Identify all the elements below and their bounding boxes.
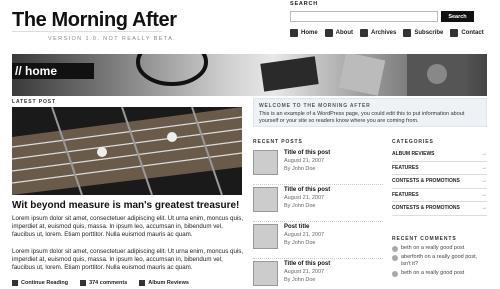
comment-icon xyxy=(392,255,398,261)
list-item[interactable]: beth on a really good post xyxy=(392,270,487,277)
nav-contact-label: Contact xyxy=(461,30,484,36)
category-item[interactable]: ALBUM REVIEWS → xyxy=(392,148,487,162)
archive-icon xyxy=(360,29,368,37)
comments-link[interactable]: 374 comments xyxy=(80,280,127,286)
category-item[interactable]: CONTESTS & PROMOTIONS → xyxy=(392,202,487,216)
post-date: August 21, 2007 xyxy=(284,232,325,238)
nav-contact[interactable]: Contact xyxy=(450,29,484,37)
comments-count: 374 comments xyxy=(89,280,128,286)
welcome-box: WELCOME TO THE MORNING AFTER This is an … xyxy=(253,98,487,127)
top-nav: Home About Archives Subscribe Contact xyxy=(290,29,484,37)
comment-icon xyxy=(80,280,87,286)
arrow-right-icon: → xyxy=(481,151,487,158)
comment-text: beth on a really good post xyxy=(401,270,465,276)
post-author: By John Doe xyxy=(284,240,316,246)
recent-comments-list: beth on a really good post aberforth on … xyxy=(392,245,487,279)
search-label: SEARCH xyxy=(290,1,319,7)
arrow-right-icon xyxy=(12,280,18,286)
category-item-label: FEATURES xyxy=(392,191,419,198)
welcome-text: This is an example of a WordPress page, … xyxy=(259,111,465,124)
nav-about[interactable]: About xyxy=(324,29,353,37)
latest-post-label: LATEST POST xyxy=(12,99,56,105)
nav-about-label: About xyxy=(335,30,353,36)
post-date: August 21, 2007 xyxy=(284,195,325,201)
rss-icon xyxy=(403,29,412,37)
header-banner: // home xyxy=(12,54,487,96)
latest-post-image[interactable] xyxy=(12,107,242,195)
home-icon xyxy=(290,29,298,37)
arrow-right-icon: → xyxy=(481,191,487,198)
latest-post-title[interactable]: Wit beyond measure is man's greatest tre… xyxy=(12,200,247,211)
post-thumbnail[interactable] xyxy=(253,187,278,212)
nav-archives[interactable]: Archives xyxy=(360,29,396,37)
category-item[interactable]: FEATURES → xyxy=(392,189,487,202)
search-input[interactable] xyxy=(290,11,438,22)
nav-archives-label: Archives xyxy=(371,30,397,36)
nav-home[interactable]: Home xyxy=(290,29,318,37)
post-date: August 21, 2007 xyxy=(284,269,325,275)
recent-posts-list: Title of this post August 21, 2007 By Jo… xyxy=(253,148,383,289)
list-item[interactable]: beth on a really good post xyxy=(392,245,487,252)
comment-icon xyxy=(392,271,398,277)
categories-label: CATEGORIES xyxy=(392,139,434,145)
post-author: By John Doe xyxy=(284,277,316,283)
latest-post-paragraph: Lorem ipsum dolor sit amet, consectetuer… xyxy=(12,215,244,238)
category-item-label: ALBUM REVIEWS xyxy=(392,151,435,158)
list-item[interactable]: aberforth on a really good post, isn't i… xyxy=(392,254,487,268)
category-item-label: FEATURES xyxy=(392,164,419,171)
arrow-right-icon: → xyxy=(481,178,487,185)
welcome-title: WELCOME TO THE MORNING AFTER xyxy=(259,103,371,109)
category-item-label: CONTESTS & PROMOTIONS xyxy=(392,205,460,212)
post-author: By John Doe xyxy=(284,166,316,172)
category-item[interactable]: CONTESTS & PROMOTIONS → xyxy=(392,175,487,189)
site-tagline: VERSION 1.0. NOT REALLY BETA. xyxy=(48,36,177,42)
latest-post-paragraph: Lorem ipsum dolor sit amet, consectetuer… xyxy=(12,248,244,271)
post-title[interactable]: Title of this post xyxy=(284,261,330,267)
post-title[interactable]: Title of this post xyxy=(284,187,330,193)
post-title[interactable]: Title of this post xyxy=(284,150,330,156)
category-label: Album Reviews xyxy=(148,280,189,286)
nav-subscribe[interactable]: Subscribe xyxy=(403,29,443,37)
post-thumbnail[interactable] xyxy=(253,261,278,286)
categories-list: ALBUM REVIEWS → FEATURES → CONTESTS & PR… xyxy=(392,148,487,216)
comment-icon xyxy=(392,246,398,252)
list-item[interactable]: Title of this post August 21, 2007 By Jo… xyxy=(253,148,383,185)
continue-reading-link[interactable]: Continue Reading xyxy=(12,280,68,286)
nav-subscribe-label: Subscribe xyxy=(414,30,444,36)
search-button[interactable]: Search xyxy=(441,11,474,22)
category-item-label: CONTESTS & PROMOTIONS xyxy=(392,178,460,185)
arrow-right-icon: → xyxy=(481,205,487,212)
info-icon xyxy=(324,29,333,37)
post-date: August 21, 2007 xyxy=(284,158,325,164)
comment-text: beth on a really good post xyxy=(401,245,465,251)
list-item[interactable]: Post title August 21, 2007 By John Doe xyxy=(253,222,383,259)
continue-reading-label: Continue Reading xyxy=(21,280,69,286)
post-thumbnail[interactable] xyxy=(253,150,278,175)
latest-post-meta: Continue Reading 374 comments Album Revi… xyxy=(12,280,189,286)
post-title[interactable]: Post title xyxy=(284,224,309,230)
recent-comments-label: RECENT COMMENTS xyxy=(392,236,457,242)
site-title[interactable]: The Morning After xyxy=(12,9,177,32)
list-item[interactable]: Title of this post August 21, 2007 By Jo… xyxy=(253,185,383,222)
list-item[interactable]: Title of this post August 21, 2007 By Jo… xyxy=(253,259,383,289)
nav-home-label: Home xyxy=(301,30,318,36)
category-link[interactable]: Album Reviews xyxy=(139,280,189,286)
page-title: // home xyxy=(12,63,94,79)
recent-posts-label: RECENT POSTS xyxy=(253,139,303,145)
header-divider xyxy=(12,31,162,32)
comment-text: aberforth on a really good post, isn't i… xyxy=(401,254,478,267)
post-thumbnail[interactable] xyxy=(253,224,278,249)
mail-icon xyxy=(450,29,459,37)
folder-icon xyxy=(139,280,146,286)
post-author: By John Doe xyxy=(284,203,316,209)
arrow-right-icon: → xyxy=(481,164,487,171)
category-item[interactable]: FEATURES → xyxy=(392,162,487,175)
